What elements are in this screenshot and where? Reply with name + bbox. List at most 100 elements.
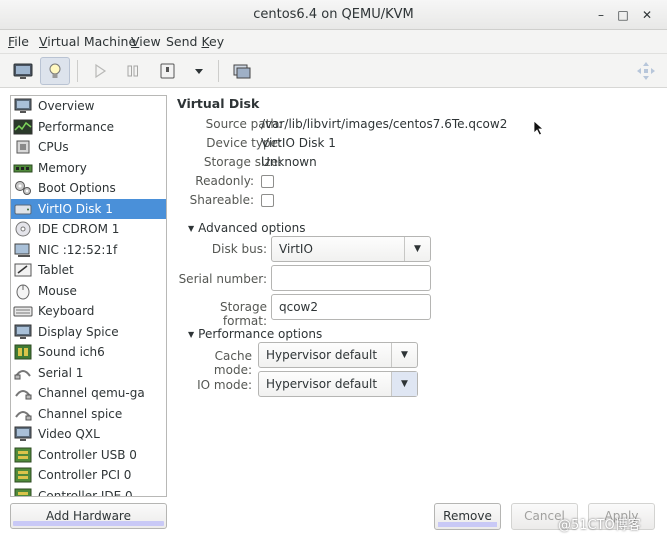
minimize-button[interactable]: –	[592, 6, 610, 24]
sidebar-item-label: Channel spice	[38, 406, 123, 421]
sidebar-item-label: Keyboard	[38, 304, 95, 319]
pause-button[interactable]	[118, 57, 148, 85]
details-button[interactable]	[40, 57, 70, 85]
shutdown-icon	[160, 63, 175, 79]
info-lightbulb-icon	[49, 63, 61, 78]
sidebar-item-tablet[interactable]: Tablet	[11, 260, 166, 281]
menu-view[interactable]: View	[131, 34, 161, 49]
performance-options-expander[interactable]: ▼ Performance options	[188, 327, 322, 341]
sidebar-item-virtio-disk-1[interactable]: VirtIO Disk 1	[11, 198, 166, 219]
sidebar-item-mouse[interactable]: Mouse	[11, 281, 166, 302]
menu-bar: File Virtual Machine View Send Key	[0, 30, 667, 54]
sidebar-item-channel-spice[interactable]: Channel spice	[11, 404, 166, 425]
sound-icon	[13, 343, 33, 361]
sidebar-item-label: Performance	[38, 119, 115, 134]
sidebar-item-controller-pci-0[interactable]: Controller PCI 0	[11, 465, 166, 486]
fullscreen-button[interactable]	[631, 57, 661, 85]
disk-bus-select[interactable]: VirtIO ▼	[271, 236, 431, 262]
sidebar-item-sound-ich6[interactable]: Sound ich6	[11, 342, 166, 363]
overview-icon	[13, 97, 33, 115]
chevron-down-icon: ▼	[404, 237, 430, 261]
sidebar-item-label: Sound ich6	[38, 345, 105, 360]
title-bar: centos6.4 on QEMU/KVM – □ ✕	[0, 0, 667, 30]
cache-mode-label: Cache mode:	[213, 349, 252, 377]
storage-format-field[interactable]	[271, 294, 431, 320]
run-button[interactable]	[84, 57, 114, 85]
mouse-pointer-icon	[533, 120, 545, 136]
sidebar-item-channel-qemu-ga[interactable]: Channel qemu-ga	[11, 383, 166, 404]
sidebar-item-serial-1[interactable]: Serial 1	[11, 363, 166, 384]
controller-icon	[13, 446, 33, 464]
serial-icon	[13, 364, 33, 382]
watermark: @51CTO博客	[558, 518, 641, 533]
shutdown-menu-button[interactable]	[185, 57, 215, 85]
serial-number-field[interactable]	[271, 265, 431, 291]
run-icon	[95, 63, 107, 79]
cache-mode-select[interactable]: Hypervisor default ▼	[258, 342, 418, 368]
readonly-checkbox[interactable]	[261, 175, 274, 188]
sidebar-item-controller-ide-0[interactable]: Controller IDE 0	[11, 486, 166, 497]
remove-button[interactable]: Remove	[434, 503, 501, 530]
menu-send-key[interactable]: Send Key	[166, 34, 224, 49]
remove-label: Remove	[443, 509, 492, 523]
hardware-list: Overview Performance CPUs Memory Boot Op…	[10, 95, 167, 497]
add-hardware-button[interactable]: Add Hardware	[10, 503, 167, 529]
sidebar-item-label: Controller PCI 0	[38, 468, 132, 483]
io-mode-label: IO mode:	[197, 378, 252, 392]
boot-options-icon	[13, 179, 33, 197]
disk-icon	[13, 200, 33, 218]
sidebar-item-label: Mouse	[38, 283, 77, 298]
storage-size-value: Unknown	[261, 155, 317, 169]
cache-mode-value: Hypervisor default	[266, 348, 378, 362]
disk-bus-label: Disk bus:	[211, 242, 267, 256]
disk-bus-value: VirtIO	[279, 242, 313, 256]
button-focus-bar	[438, 522, 497, 527]
toolbar-separator-2	[218, 60, 219, 82]
snapshot-button[interactable]	[226, 57, 256, 85]
sidebar-item-cpus[interactable]: CPUs	[11, 137, 166, 158]
channel-icon	[13, 384, 33, 402]
io-mode-value: Hypervisor default	[266, 377, 378, 391]
advanced-options-label: Advanced options	[198, 221, 306, 235]
cdrom-icon	[13, 220, 33, 238]
pause-icon	[127, 65, 138, 77]
menu-virtual-machine[interactable]: Virtual Machine	[39, 34, 136, 49]
nic-icon	[13, 241, 33, 259]
sidebar-item-label: Channel qemu-ga	[38, 386, 145, 401]
sidebar-item-keyboard[interactable]: Keyboard	[11, 301, 166, 322]
expander-arrow-icon: ▼	[188, 224, 195, 233]
sidebar-item-video-qxl[interactable]: Video QXL	[11, 424, 166, 445]
sidebar-item-nic[interactable]: NIC :12:52:1f	[11, 240, 166, 261]
dropdown-icon	[195, 69, 203, 74]
tablet-icon	[13, 261, 33, 279]
keyboard-icon	[13, 302, 33, 320]
sidebar-item-overview[interactable]: Overview	[11, 96, 166, 117]
device-type-value: VirtIO Disk 1	[261, 136, 336, 150]
console-button[interactable]	[8, 57, 38, 85]
chevron-down-icon: ▼	[391, 343, 417, 367]
sidebar-item-memory[interactable]: Memory	[11, 158, 166, 179]
sidebar-item-label: Controller IDE 0	[38, 488, 133, 497]
sidebar-item-performance[interactable]: Performance	[11, 117, 166, 138]
serial-number-input[interactable]	[272, 266, 430, 290]
sidebar-item-ide-cdrom-1[interactable]: IDE CDROM 1	[11, 219, 166, 240]
video-icon	[13, 425, 33, 443]
sidebar-item-label: Display Spice	[38, 324, 119, 339]
console-icon	[13, 63, 33, 79]
sidebar-item-boot-options[interactable]: Boot Options	[11, 178, 166, 199]
maximize-button[interactable]: □	[614, 6, 632, 24]
shareable-label: Shareable:	[189, 193, 254, 207]
sidebar-item-controller-usb-0[interactable]: Controller USB 0	[11, 445, 166, 466]
storage-format-input[interactable]	[272, 295, 430, 319]
shutdown-button[interactable]	[153, 57, 183, 85]
menu-file[interactable]: File	[8, 34, 29, 49]
io-mode-select[interactable]: Hypervisor default ▼	[258, 371, 418, 397]
advanced-options-expander[interactable]: ▼ Advanced options	[188, 221, 305, 235]
sidebar-item-label: NIC :12:52:1f	[38, 242, 118, 257]
close-button[interactable]: ✕	[638, 6, 656, 24]
shareable-checkbox[interactable]	[261, 194, 274, 207]
readonly-label: Readonly:	[195, 174, 254, 188]
memory-icon	[13, 159, 33, 177]
sidebar-item-display-spice[interactable]: Display Spice	[11, 322, 166, 343]
performance-icon	[13, 118, 33, 136]
